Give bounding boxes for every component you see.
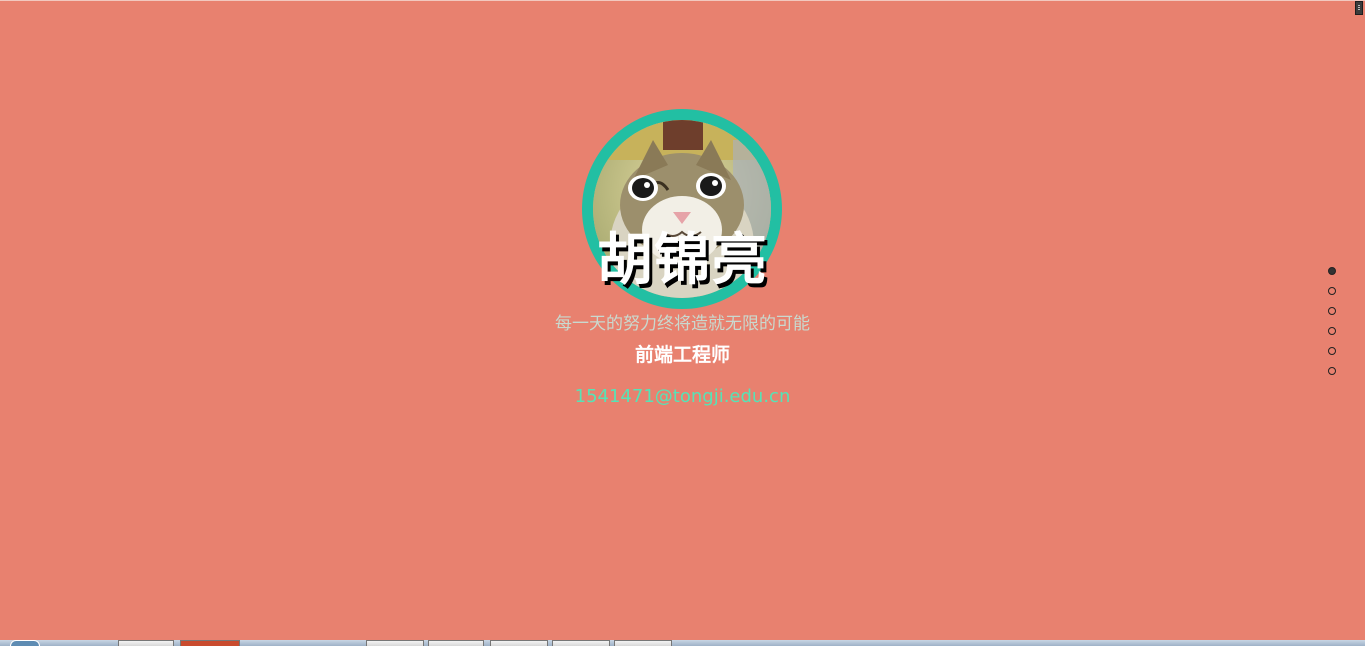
profile-name: 胡锦亮 bbox=[597, 228, 768, 293]
profile-role: 前端工程师 bbox=[634, 344, 730, 366]
taskbar-item[interactable] bbox=[118, 640, 174, 646]
taskbar-item[interactable] bbox=[490, 640, 548, 646]
os-taskbar bbox=[0, 640, 1365, 646]
start-button[interactable] bbox=[10, 640, 40, 646]
nav-dot[interactable] bbox=[1328, 287, 1336, 295]
fullpage-section-home: 胡锦亮 每一天的努力终将造就无限的可能 前端工程师 1541471@tongji… bbox=[0, 0, 1365, 640]
nav-dot[interactable] bbox=[1328, 347, 1336, 355]
taskbar-item[interactable] bbox=[614, 640, 672, 646]
scrollbar-grip[interactable] bbox=[1355, 1, 1363, 15]
nav-dot[interactable] bbox=[1328, 307, 1336, 315]
taskbar-item[interactable] bbox=[366, 640, 424, 646]
profile-email-link[interactable]: 1541471@tongji.edu.cn bbox=[0, 385, 1365, 409]
taskbar-item[interactable] bbox=[180, 640, 240, 646]
taskbar-item[interactable] bbox=[552, 640, 610, 646]
nav-dot[interactable] bbox=[1328, 327, 1336, 335]
section-nav-dots bbox=[1328, 267, 1338, 387]
nav-dot[interactable] bbox=[1328, 367, 1336, 375]
profile-motto: 每一天的努力终将造就无限的可能 bbox=[555, 314, 810, 334]
nav-dot[interactable] bbox=[1328, 267, 1336, 275]
taskbar-item[interactable] bbox=[428, 640, 484, 646]
